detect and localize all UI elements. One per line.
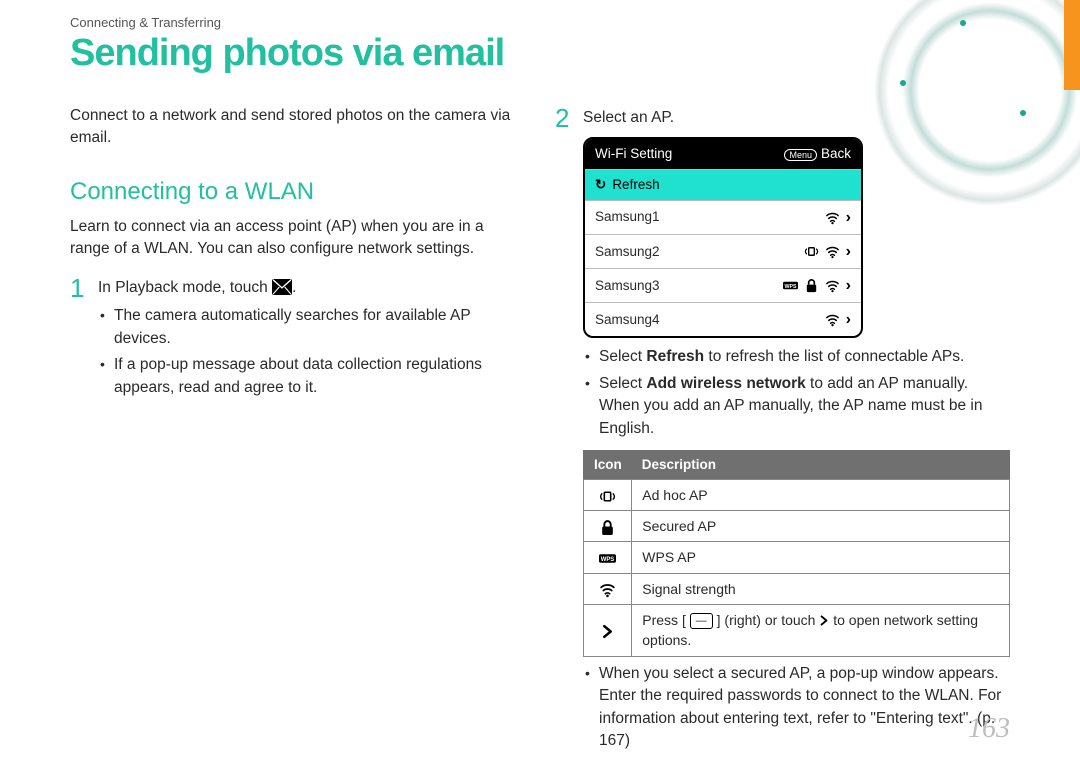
wifi-title-bar: Wi-Fi Setting MenuBack <box>585 139 861 170</box>
chevron-right-icon: › <box>846 240 851 263</box>
wifi-ap-row[interactable]: Samsung2 › <box>585 235 861 269</box>
wifi-refresh-row[interactable]: ↻ Refresh <box>585 170 861 201</box>
signal-icon <box>825 210 840 225</box>
section-heading: Connecting to a WLAN <box>70 175 525 210</box>
wifi-ap-row[interactable]: Samsung4 › <box>585 303 861 336</box>
page-title: Sending photos via email <box>70 32 1010 75</box>
lock-icon <box>584 511 632 542</box>
chevron-right-icon: › <box>846 308 851 331</box>
intro-text: Connect to a network and send stored pho… <box>70 105 525 150</box>
adhoc-icon <box>804 244 819 259</box>
wps-icon: WPS <box>584 542 632 573</box>
step1-bullets: The camera automatically searches for av… <box>100 305 525 399</box>
wps-icon: WPS <box>783 278 798 293</box>
signal-icon <box>584 573 632 604</box>
svg-text:WPS: WPS <box>601 557 615 563</box>
wifi-ap-row[interactable]: Samsung3 WPS › <box>585 269 861 303</box>
svg-text:WPS: WPS <box>784 284 796 290</box>
section-intro: Learn to connect via an access point (AP… <box>70 216 525 261</box>
refresh-icon: ↻ <box>595 175 606 195</box>
page-number: 163 <box>968 713 1010 745</box>
step-number-2: 2 <box>555 105 573 756</box>
chevron-right-icon <box>819 614 829 627</box>
lock-icon <box>804 278 819 293</box>
step2-bullets: Select Refresh to refresh the list of co… <box>585 346 1010 440</box>
right-button-icon: — <box>690 613 713 629</box>
wifi-ap-row[interactable]: Samsung1 › <box>585 201 861 235</box>
icon-table: Icon Description Ad hoc AP Secured AP <box>583 450 1010 656</box>
step2-text: Select an AP. <box>583 107 1010 129</box>
wifi-panel: Wi-Fi Setting MenuBack ↻ Refresh Samsung… <box>583 137 863 338</box>
adhoc-icon <box>584 479 632 510</box>
chevron-right-icon: › <box>846 206 851 229</box>
signal-icon <box>825 244 840 259</box>
email-icon <box>272 279 292 295</box>
chevron-right-icon <box>584 604 632 656</box>
signal-icon <box>825 312 840 327</box>
section-tab <box>1064 0 1080 90</box>
breadcrumb: Connecting & Transferring <box>70 15 1010 30</box>
signal-icon <box>825 278 840 293</box>
step-number-1: 1 <box>70 275 88 403</box>
step1-text: In Playback mode, touch . <box>98 279 296 296</box>
chevron-right-icon: › <box>846 274 851 297</box>
menu-tag: Menu <box>784 149 817 161</box>
step2-tail-bullets: When you select a secured AP, a pop-up w… <box>585 663 1010 753</box>
